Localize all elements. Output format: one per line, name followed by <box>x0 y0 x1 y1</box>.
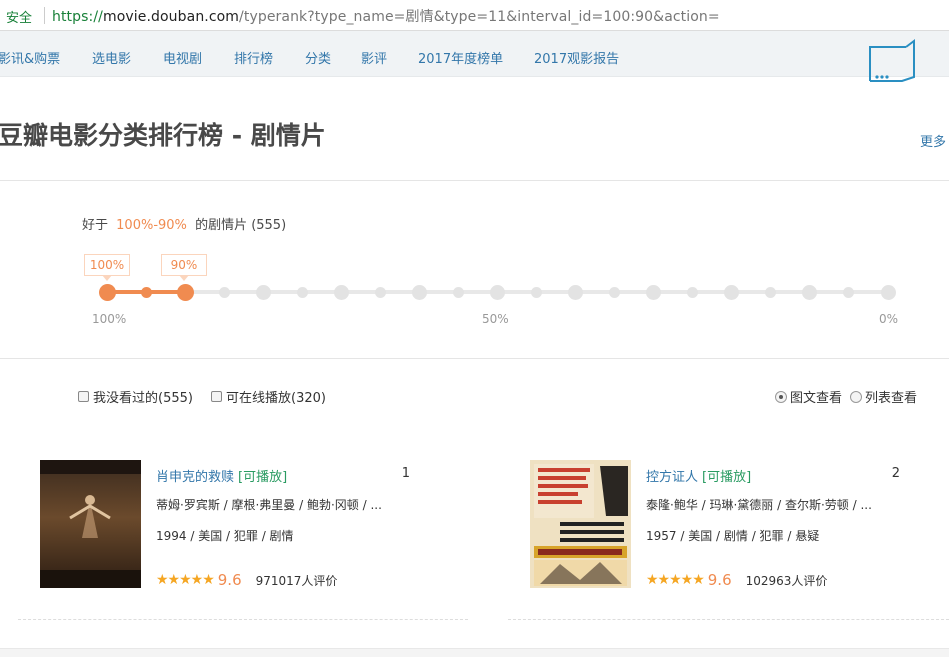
page-title: 豆瓣电影分类排行榜 - 剧情片 <box>0 121 326 150</box>
movie-poster-witness-for-the-prosecution[interactable] <box>530 460 631 588</box>
view-picture-label: 图文查看 <box>790 391 843 406</box>
filter-summary: 好于 100%-90% 的剧情片 (555) <box>82 214 286 233</box>
movie-rank: 2 <box>891 466 900 481</box>
unseen-filter-checkbox[interactable]: 我没看过的(555) <box>78 387 193 406</box>
filter-range: 100%-90% <box>116 218 187 233</box>
nav-item-2017-report[interactable]: 2017观影报告 <box>534 48 619 67</box>
slider-stop-10[interactable] <box>802 284 818 300</box>
slider-stop-15[interactable] <box>765 286 777 298</box>
annual-report-banner-icon[interactable] <box>868 37 916 89</box>
slider-stop-50[interactable] <box>490 284 505 300</box>
view-picture-radio[interactable]: 图文查看 <box>775 387 842 406</box>
slider-stop-20[interactable] <box>724 284 740 300</box>
checkbox-icon[interactable] <box>211 391 222 402</box>
card-separator <box>18 619 468 620</box>
movie-card: 肖申克的救赎 [可播放] 1 蒂姆·罗宾斯 / 摩根·弗里曼 / 鲍勃·冈顿 / … <box>40 460 480 590</box>
filter-prefix: 好于 <box>82 218 109 233</box>
slider-stop-100[interactable] <box>98 283 116 301</box>
slider-stop-85[interactable] <box>218 286 230 298</box>
main-nav: 影讯&购票 选电影 电视剧 排行榜 分类 影评 2017年度榜单 2017观影报… <box>0 31 949 82</box>
slider-stop-70[interactable] <box>333 284 349 300</box>
movie-title-link[interactable]: 控方证人 <box>646 470 698 485</box>
movie-cast: 泰隆·鲍华 / 玛琳·黛德丽 / 查尔斯·劳顿 / ... <box>646 498 872 512</box>
slider-stop-95[interactable] <box>140 286 152 298</box>
browser-address-bar[interactable]: 安全 https://movie.douban.com/typerank?typ… <box>0 0 949 31</box>
slider-stop-55[interactable] <box>452 286 464 298</box>
movie-rank: 1 <box>401 466 410 481</box>
movie-title-row: 肖申克的救赎 [可播放] <box>156 466 287 485</box>
bottom-edge <box>0 648 949 657</box>
rating-votes: 102963人评价 <box>745 573 828 588</box>
unseen-filter-label: 我没看过的(555) <box>93 391 193 406</box>
slider-stop-65[interactable] <box>374 286 386 298</box>
slider-stop-25[interactable] <box>687 286 699 298</box>
rating-stars-icon: ★★★★★ <box>156 572 215 588</box>
rating-votes: 971017人评价 <box>255 573 338 588</box>
movie-meta: 1957 / 美国 / 剧情 / 犯罪 / 悬疑 <box>646 529 820 543</box>
url-scheme: https:// <box>52 9 103 25</box>
radio-icon[interactable] <box>850 390 862 403</box>
movie-title-row: 控方证人 [可播放] <box>646 466 751 485</box>
movie-rating: ★★★★★ 9.6 971017人评价 <box>156 571 337 589</box>
scale-label-max: 100% <box>92 312 127 326</box>
range-tag-high: 100% <box>84 254 130 281</box>
url-text[interactable]: https://movie.douban.com/typerank?type_n… <box>52 6 720 26</box>
divider <box>0 358 949 359</box>
scale-label-mid: 50% <box>482 312 509 326</box>
slider-stop-30[interactable] <box>646 284 662 300</box>
playable-filter-checkbox[interactable]: 可在线播放(320) <box>211 387 326 406</box>
rating-stars-icon: ★★★★★ <box>646 572 705 588</box>
url-host: movie.douban.com <box>102 9 240 25</box>
rating-score: 9.6 <box>217 571 242 589</box>
slider-stop-40[interactable] <box>568 284 584 300</box>
movie-card: 控方证人 [可播放] 2 泰隆·鲍华 / 玛琳·黛德丽 / 查尔斯·劳顿 / ..… <box>530 460 949 590</box>
movie-title-link[interactable]: 肖申克的救赎 <box>156 470 234 485</box>
movie-rating: ★★★★★ 9.6 102963人评价 <box>646 571 827 589</box>
playable-badge[interactable]: [可播放] <box>238 470 287 485</box>
nav-item-tv[interactable]: 电视剧 <box>163 48 202 67</box>
movie-cast: 蒂姆·罗宾斯 / 摩根·弗里曼 / 鲍勃·冈顿 / ... <box>156 498 382 512</box>
slider-stop-45[interactable] <box>531 286 543 298</box>
playable-badge[interactable]: [可播放] <box>702 470 751 485</box>
movie-poster-shawshank[interactable] <box>40 460 141 588</box>
card-separator <box>508 619 949 620</box>
nav-item-reviews[interactable]: 影评 <box>361 48 387 67</box>
slider-stop-5[interactable] <box>843 286 855 298</box>
playable-filter-label: 可在线播放(320) <box>226 391 326 406</box>
radio-selected-icon[interactable] <box>775 390 787 403</box>
slider-stop-75[interactable] <box>296 286 308 298</box>
checkbox-icon[interactable] <box>78 391 89 402</box>
rating-score: 9.6 <box>707 571 732 589</box>
movie-meta: 1994 / 美国 / 犯罪 / 剧情 <box>156 529 294 543</box>
scale-label-min: 0% <box>879 312 899 326</box>
nav-item-explore-movies[interactable]: 选电影 <box>92 48 131 67</box>
secure-label: 安全 <box>6 11 33 26</box>
slider-stop-60[interactable] <box>411 284 427 300</box>
divider <box>0 180 949 181</box>
nav-item-2017-list[interactable]: 2017年度榜单 <box>418 48 503 67</box>
view-list-label: 列表查看 <box>865 391 918 406</box>
slider-stop-35[interactable] <box>609 286 621 298</box>
view-list-radio[interactable]: 列表查看 <box>850 387 917 406</box>
slider-stop-90[interactable] <box>176 283 194 301</box>
slider-stop-0[interactable] <box>880 284 896 300</box>
address-separator <box>44 7 45 24</box>
url-path: /typerank?type_name=剧情&type=11&interval_… <box>239 9 720 25</box>
slider-stop-80[interactable] <box>255 284 271 300</box>
range-tag-low: 90% <box>161 254 207 281</box>
nav-item-charts[interactable]: 排行榜 <box>234 48 273 67</box>
nav-item-categories[interactable]: 分类 <box>305 48 331 67</box>
more-link[interactable]: 更多 <box>920 131 946 150</box>
filter-count: 的剧情片 (555) <box>195 218 287 233</box>
nav-item-showtimes[interactable]: 影讯&购票 <box>0 48 60 67</box>
